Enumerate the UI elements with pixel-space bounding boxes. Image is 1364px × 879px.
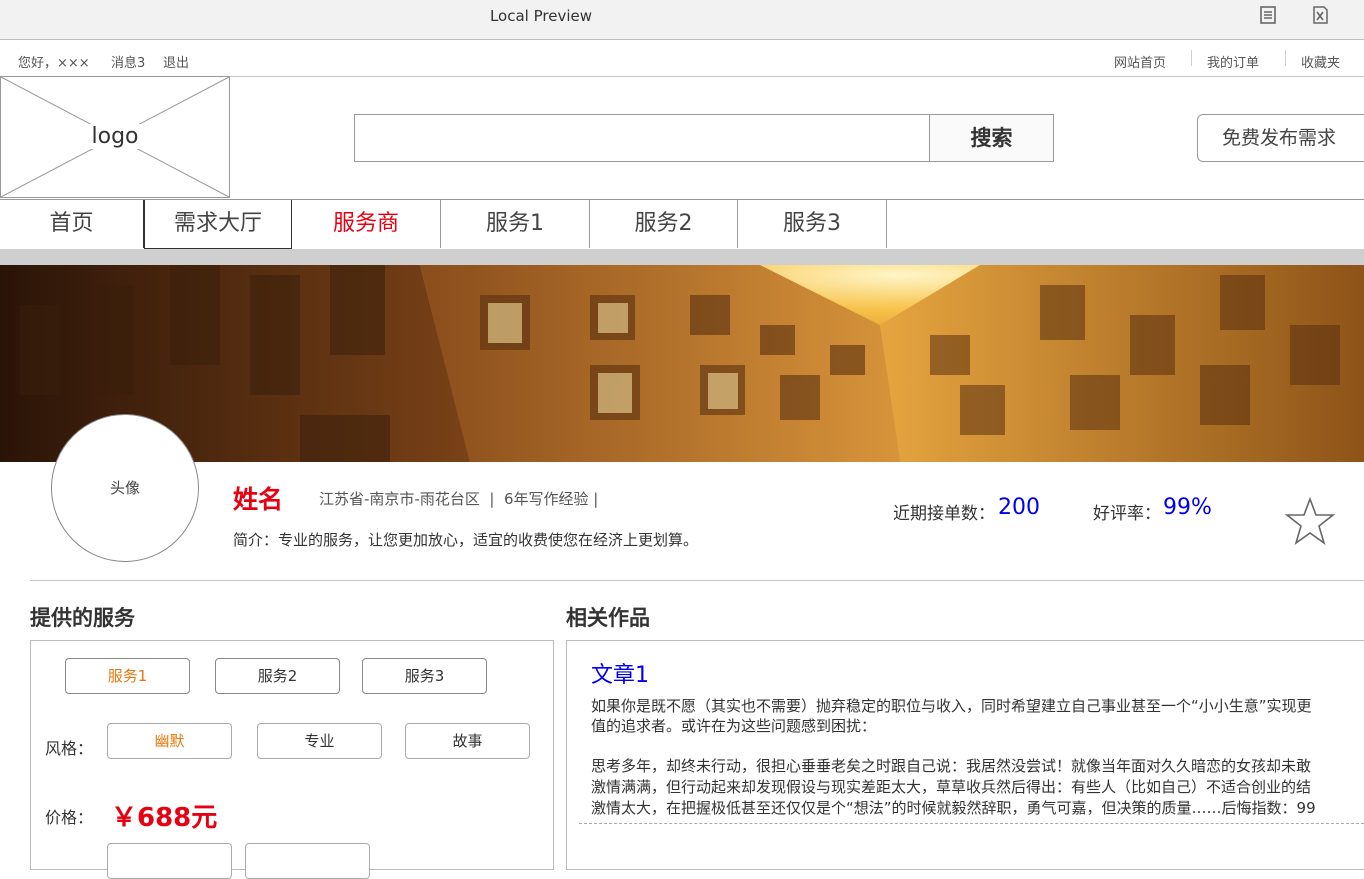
service-option-1[interactable]: 服务1 [65, 658, 190, 694]
search-button[interactable]: 搜索 [929, 114, 1054, 162]
my-orders-link[interactable]: 我的订单 [1207, 52, 1259, 71]
article-paragraph-line: 值的追求者。或许在为这些问题感到困扰： [591, 717, 877, 735]
divider [1285, 50, 1286, 66]
messages-link[interactable]: 消息3 [111, 52, 145, 71]
nav-item-home[interactable]: 首页 [0, 200, 144, 248]
orders-value: 200 [998, 495, 1040, 520]
provider-location-experience: 江苏省-南京市-雨花台区 | 6年写作经验 | [319, 490, 599, 508]
article-divider [579, 823, 1364, 824]
window-title: Local Preview [489, 7, 593, 25]
nav-item-providers[interactable]: 服务商 [292, 200, 441, 248]
article-paragraph-line: 激情满满，但行动起来却发现假设与现实差距太大，草草收兵然后得出：有些人（比如自己… [591, 778, 1312, 796]
main-nav: 首页 需求大厅 服务商 服务1 服务2 服务3 [0, 199, 1364, 250]
avatar[interactable]: 头像 [51, 414, 199, 562]
services-title: 提供的服务 [30, 606, 135, 630]
article-paragraph-line: 思考多年，却终未行动，很担心垂垂老矣之时跟自己说：我居然没尝试！就像当年面对久久… [591, 757, 1312, 775]
rating-value: 99% [1163, 495, 1212, 520]
site-home-link[interactable]: 网站首页 [1114, 52, 1166, 71]
style-option-humor[interactable]: 幽默 [107, 723, 232, 759]
orders-label: 近期接单数： [893, 504, 995, 524]
publish-request-button[interactable]: 免费发布需求 [1197, 114, 1364, 162]
works-panel: 文章1 如果你是既不愿（其实也不需要）抛弃稳定的职位与收入，同时希望建立自己事业… [566, 640, 1364, 870]
provider-intro: 简介：专业的服务，让您更加放心，适宜的收费使您在经济上更划算。 [233, 531, 699, 549]
nav-item-service-3[interactable]: 服务3 [738, 200, 887, 248]
works-title: 相关作品 [566, 606, 650, 630]
favorites-link[interactable]: 收藏夹 [1301, 52, 1340, 71]
document-icon[interactable] [1257, 5, 1279, 27]
price-label: 价格： [45, 808, 94, 827]
services-panel: 服务1 服务2 服务3 风格： 幽默 专业 故事 价格： ￥688元 [30, 640, 554, 879]
service-option-2[interactable]: 服务2 [215, 658, 340, 694]
option-button[interactable] [107, 843, 232, 879]
favorite-star-icon[interactable] [1284, 496, 1336, 546]
article-paragraph-line: 激情太大，在把握极低甚至还仅仅是个“想法”的时候就毅然辞职，勇气可嘉，但决策的质… [591, 799, 1316, 817]
service-option-3[interactable]: 服务3 [362, 658, 487, 694]
banner-image [0, 265, 1364, 462]
option-button[interactable] [245, 843, 370, 879]
nav-item-service-2[interactable]: 服务2 [590, 200, 738, 248]
price-value: ￥688元 [111, 803, 218, 833]
article-paragraph-line: 如果你是既不愿（其实也不需要）抛弃稳定的职位与收入，同时希望建立自己事业甚至一个… [591, 697, 1312, 715]
top-utility-bar: 您好，××× 消息3 退出 网站首页 我的订单 收藏夹 [0, 40, 1364, 77]
style-option-professional[interactable]: 专业 [257, 723, 382, 759]
divider [1191, 50, 1192, 66]
site-logo[interactable]: logo [0, 76, 230, 198]
article-title-link[interactable]: 文章1 [591, 657, 649, 689]
nav-item-service-1[interactable]: 服务1 [441, 200, 590, 248]
search-input[interactable] [354, 114, 930, 162]
greeting-text: 您好，××× [18, 56, 90, 71]
section-divider [30, 580, 1364, 581]
nav-item-demand-hall[interactable]: 需求大厅 [144, 200, 292, 249]
window-titlebar: Local Preview [0, 0, 1364, 40]
provider-name: 姓名 [233, 485, 284, 514]
style-option-story[interactable]: 故事 [405, 723, 530, 759]
style-label: 风格： [45, 739, 94, 758]
close-preview-icon[interactable] [1309, 5, 1331, 27]
logo-text: logo [85, 124, 145, 149]
logout-link[interactable]: 退出 [163, 52, 189, 71]
nav-bottom-strip [0, 249, 1364, 265]
rating-label: 好评率： [1093, 504, 1161, 524]
